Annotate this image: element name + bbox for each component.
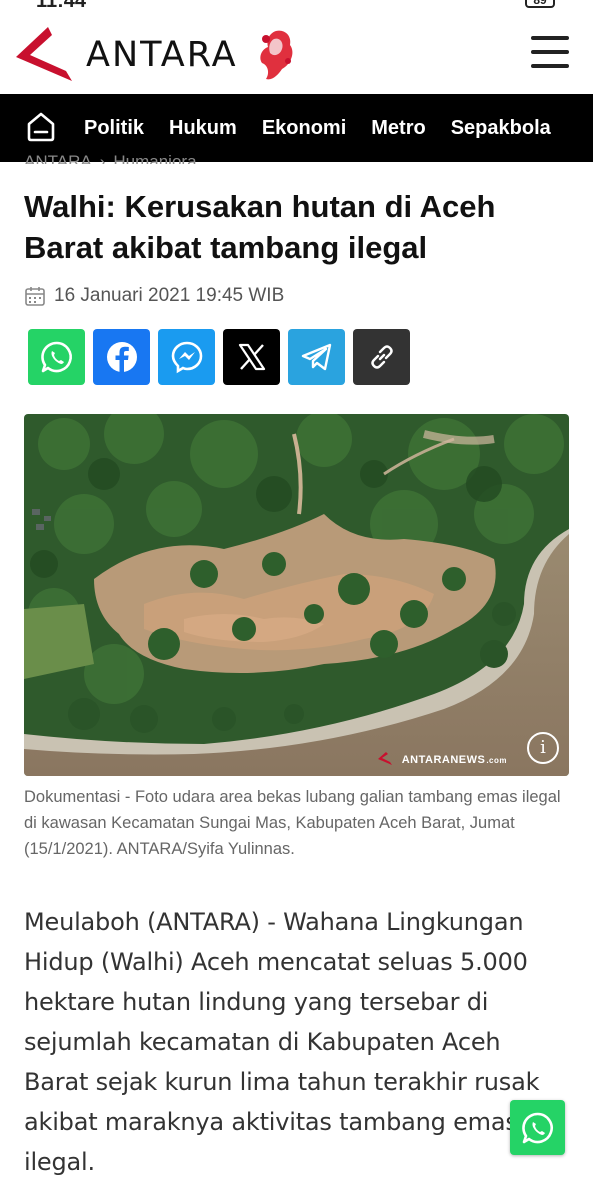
- emblem-icon: [259, 30, 293, 80]
- article-date: 16 Januari 2021 19:45 WIB: [54, 285, 285, 306]
- brand-name: ANTARA: [86, 35, 238, 75]
- site-logo[interactable]: ANTARA: [14, 24, 298, 86]
- share-buttons: [28, 329, 418, 385]
- nav-item-metro[interactable]: Metro: [371, 117, 425, 140]
- breadcrumb-separator-icon: ›: [99, 152, 106, 164]
- breadcrumb-home[interactable]: ANTARA: [24, 152, 92, 164]
- share-facebook-button[interactable]: [93, 329, 150, 385]
- photo-watermark: ANTARANEWS .com: [402, 754, 507, 766]
- site-header: ANTARA: [0, 14, 593, 94]
- telegram-icon: [301, 343, 331, 371]
- aerial-mining-image: [24, 414, 569, 776]
- whatsapp-icon: [521, 1112, 553, 1143]
- link-icon: [370, 345, 393, 369]
- facebook-icon: [106, 342, 137, 372]
- info-icon[interactable]: i: [527, 732, 559, 764]
- article-date-row: 16 Januari 2021 19:45 WIB: [24, 285, 284, 307]
- hamburger-menu-icon[interactable]: [531, 36, 569, 70]
- nav-item-hukum[interactable]: Hukum: [169, 117, 237, 140]
- whatsapp-icon: [40, 341, 72, 373]
- x-icon: [238, 343, 265, 371]
- share-whatsapp-button[interactable]: [28, 329, 85, 385]
- article-photo[interactable]: ANTARANEWS .com i: [24, 414, 569, 776]
- home-icon[interactable]: [24, 110, 58, 144]
- article-title: Walhi: Kerusakan hutan di Aceh Barat aki…: [24, 189, 496, 265]
- photo-caption: Dokumentasi - Foto udara area bekas luba…: [24, 788, 561, 858]
- status-bar: 11:44 89: [0, 0, 593, 12]
- share-x-button[interactable]: [223, 329, 280, 385]
- calendar-icon: [25, 287, 45, 306]
- nav-item-sepakbola[interactable]: Sepakbola: [451, 117, 551, 140]
- messenger-icon: [171, 341, 202, 374]
- floating-whatsapp-button[interactable]: [510, 1100, 565, 1155]
- watermark-suffix: .com: [486, 755, 507, 765]
- status-time: 11:44: [36, 0, 87, 12]
- breadcrumb-section[interactable]: Humaniora: [113, 152, 196, 164]
- breadcrumb: ANTARA › Humaniora: [24, 150, 197, 164]
- article-body: Meulaboh (ANTARA) - Wahana Lingkungan Hi…: [24, 908, 540, 1176]
- nav-item-politik[interactable]: Politik: [84, 117, 144, 140]
- share-messenger-button[interactable]: [158, 329, 215, 385]
- watermark-text: ANTARANEWS: [401, 754, 486, 766]
- battery-icon: 89: [525, 0, 555, 8]
- share-telegram-button[interactable]: [288, 329, 345, 385]
- nav-item-ekonomi[interactable]: Ekonomi: [262, 117, 346, 140]
- antara-logo-icon: [16, 27, 72, 81]
- copy-link-button[interactable]: [353, 329, 410, 385]
